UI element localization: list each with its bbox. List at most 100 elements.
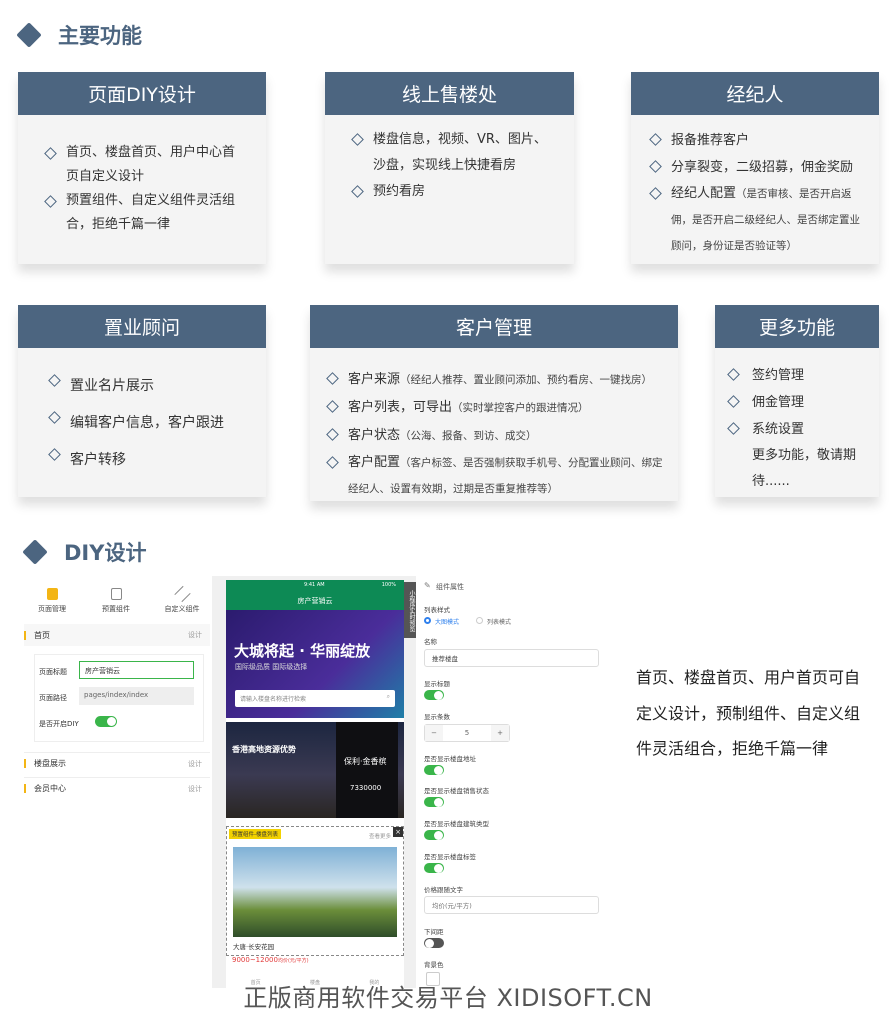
row-member-center[interactable]: 会员中心 设计	[24, 777, 210, 799]
show-title-label: 显示标题	[424, 680, 450, 688]
radio-big[interactable]	[424, 617, 431, 624]
row-home[interactable]: 首页 设计	[24, 624, 210, 646]
price-input[interactable]: 均价(元/平方)	[424, 896, 599, 914]
tab-page-manage[interactable]: 页面管理	[30, 588, 74, 614]
list-item: 报备推荐客户	[649, 127, 863, 154]
name-label: 名称	[424, 638, 437, 646]
count-label: 显示条数	[424, 713, 450, 721]
bg-label: 背景色	[424, 961, 444, 969]
card-customer-mgmt: 客户管理 客户来源（经纪人推荐、置业顾问添加、预约看房、一键找房） 客户列表，可…	[310, 305, 678, 501]
plus-button[interactable]: +	[491, 725, 509, 741]
section-title-text: DIY设计	[64, 541, 147, 565]
card-more: 更多功能 签约管理 佣金管理 系统设置 更多功能，敬请期待......	[715, 305, 879, 497]
card-page-diy: 页面DIY设计 首页、楼盘首页、用户中心首页自定义设计 预置组件、自定义组件灵活…	[18, 72, 266, 264]
search-icon: ⌕	[386, 693, 390, 700]
toggle-label: 是否显示楼盘地址	[424, 755, 476, 763]
list-item: 分享裂变，二级招募，佣金奖励	[649, 154, 863, 181]
row-label: 会员中心	[34, 784, 66, 793]
more-note: 更多功能，敬请期待......	[752, 448, 857, 489]
card-title: 客户管理	[310, 305, 678, 348]
list-item: 客户配置（客户标签、是否强制获取手机号、分配置业顾问、绑定经纪人、设置有效期，过…	[326, 450, 664, 502]
image-slider[interactable]: 香港高地资源优势 保利·金香槟 7330000	[226, 722, 404, 818]
left-panel: 页面管理 预置组件 自定义组件 首页 设计 页面标题 房产营销云 页面路径 pa…	[24, 578, 212, 988]
card-online-sales: 线上售楼处 楼盘信息，视频、VR、图片、沙盘，实现线上快捷看房 预约看房	[325, 72, 574, 264]
row-marker	[24, 784, 26, 793]
diy-toggle[interactable]	[95, 716, 117, 727]
divider-toggle[interactable]	[424, 938, 444, 948]
field-label: 是否开启DIY	[39, 720, 79, 728]
card-title: 置业顾问	[18, 305, 266, 348]
status-time: 9:41 AM	[304, 582, 325, 588]
see-more-link[interactable]: 查看更多	[369, 832, 391, 840]
design-link[interactable]: 设计	[188, 784, 202, 794]
diy-description: 首页、楼盘首页、用户首页可自定义设计，预制组件、自定义组件灵活组合，拒绝千篇一律	[636, 668, 861, 758]
address-toggle[interactable]	[424, 765, 444, 775]
close-icon[interactable]: ×	[393, 827, 403, 837]
phone-preview: 9:41 AM 100% 房产营销云 大城将起 · 华丽绽放 国际级品质 国际级…	[226, 580, 404, 988]
list-item: 佣金管理	[727, 389, 867, 416]
count-stepper[interactable]: − 5 +	[424, 724, 510, 742]
name-input[interactable]: 推荐楼盘	[424, 649, 599, 667]
field-label: 页面路径	[39, 694, 67, 702]
tab-preset-components[interactable]: 预置组件	[94, 588, 138, 614]
field-label: 页面标题	[39, 668, 67, 676]
watermark: 正版商用软件交易平台 XIDISOFT.CN	[243, 984, 653, 1012]
card-title: 更多功能	[715, 305, 879, 348]
list-item: 签约管理	[727, 362, 867, 389]
preset-building-list[interactable]: 预置组件-楼盘列表 查看更多 × 大唐·长安花园	[226, 826, 404, 956]
list-item: 预置组件、自定义组件灵活组合，拒绝千篇一律	[44, 189, 246, 237]
count-value: 5	[464, 729, 470, 737]
radio-big-label: 大图模式	[435, 619, 460, 626]
search-input[interactable]: 请输入楼盘名称进行检索 ⌕	[235, 690, 395, 707]
divider-label: 下间距	[424, 928, 444, 936]
toggle-label: 是否显示楼盘标签	[424, 853, 476, 861]
design-link[interactable]: 设计	[188, 759, 202, 769]
properties-panel: ✎ 组件属性 列表样式 大图模式 列表模式 名称 推荐楼盘 显示标题 显示条数 …	[424, 578, 604, 988]
tags-toggle[interactable]	[424, 863, 444, 873]
list-item: 客户列表，可导出（实时掌控客户的跟进情况）	[326, 394, 664, 422]
show-title-toggle[interactable]	[424, 690, 444, 700]
tab-custom-components[interactable]: 自定义组件	[160, 585, 204, 614]
toggle-label: 是否显示楼盘建筑类型	[424, 820, 489, 828]
page-title-input[interactable]: 房产营销云	[79, 661, 194, 679]
phone-header: 9:41 AM 100% 房产营销云	[226, 580, 404, 610]
diamond-icon	[22, 539, 48, 565]
row-marker	[24, 759, 26, 768]
edit-icon: ✎	[424, 581, 431, 590]
list-item: 客户来源（经纪人推荐、置业顾问添加、预约看房、一键找房）	[326, 366, 664, 394]
preset-tag: 预置组件-楼盘列表	[229, 829, 281, 839]
card-title: 经纪人	[631, 72, 879, 115]
sales-status-toggle[interactable]	[424, 797, 444, 807]
row-marker	[24, 630, 26, 640]
properties-header: 组件属性	[436, 583, 464, 591]
toggle-label: 是否显示楼盘销售状态	[424, 787, 489, 795]
banner-title: 大城将起 · 华丽绽放	[234, 642, 371, 660]
page-path-input[interactable]: pages/index/index	[79, 687, 194, 705]
price-label: 价格跟随文字	[424, 886, 463, 894]
slide-brand: 保利·金香槟	[344, 757, 387, 766]
minus-button[interactable]: −	[425, 725, 443, 741]
design-link[interactable]: 设计	[188, 630, 202, 640]
building-type-toggle[interactable]	[424, 830, 444, 840]
section-title-diy: DIY设计	[22, 537, 147, 567]
card-agent: 经纪人 报备推荐客户 分享裂变，二级招募，佣金奖励 经纪人配置（是否审核、是否开…	[631, 72, 879, 264]
list-item: 系统设置	[727, 416, 867, 443]
slide-panel: 保利·金香槟 7330000	[336, 722, 398, 818]
radio-list-label: 列表模式	[487, 619, 512, 626]
page-icon	[46, 588, 58, 600]
building-name: 大唐·长安花园	[233, 943, 275, 951]
building-image	[233, 847, 397, 937]
side-preview-tag: 小程序实时预览	[404, 582, 416, 638]
status-battery: 100%	[381, 582, 396, 588]
list-item: 首页、楼盘首页、用户中心首页自定义设计	[44, 141, 246, 189]
diamond-icon	[16, 22, 42, 48]
section-title-main: 主要功能	[16, 20, 142, 50]
row-building-display[interactable]: 楼盘展示 设计	[24, 752, 210, 774]
slide-phone: 7330000	[350, 784, 382, 792]
card-title: 线上售楼处	[325, 72, 574, 115]
slide-text: 香港高地资源优势	[232, 745, 296, 754]
radio-list[interactable]	[476, 617, 483, 624]
card-consultant: 置业顾问 置业名片展示 编辑客户信息，客户跟进 客户转移	[18, 305, 266, 497]
cube-icon	[110, 588, 122, 600]
row-label: 楼盘展示	[34, 759, 66, 768]
